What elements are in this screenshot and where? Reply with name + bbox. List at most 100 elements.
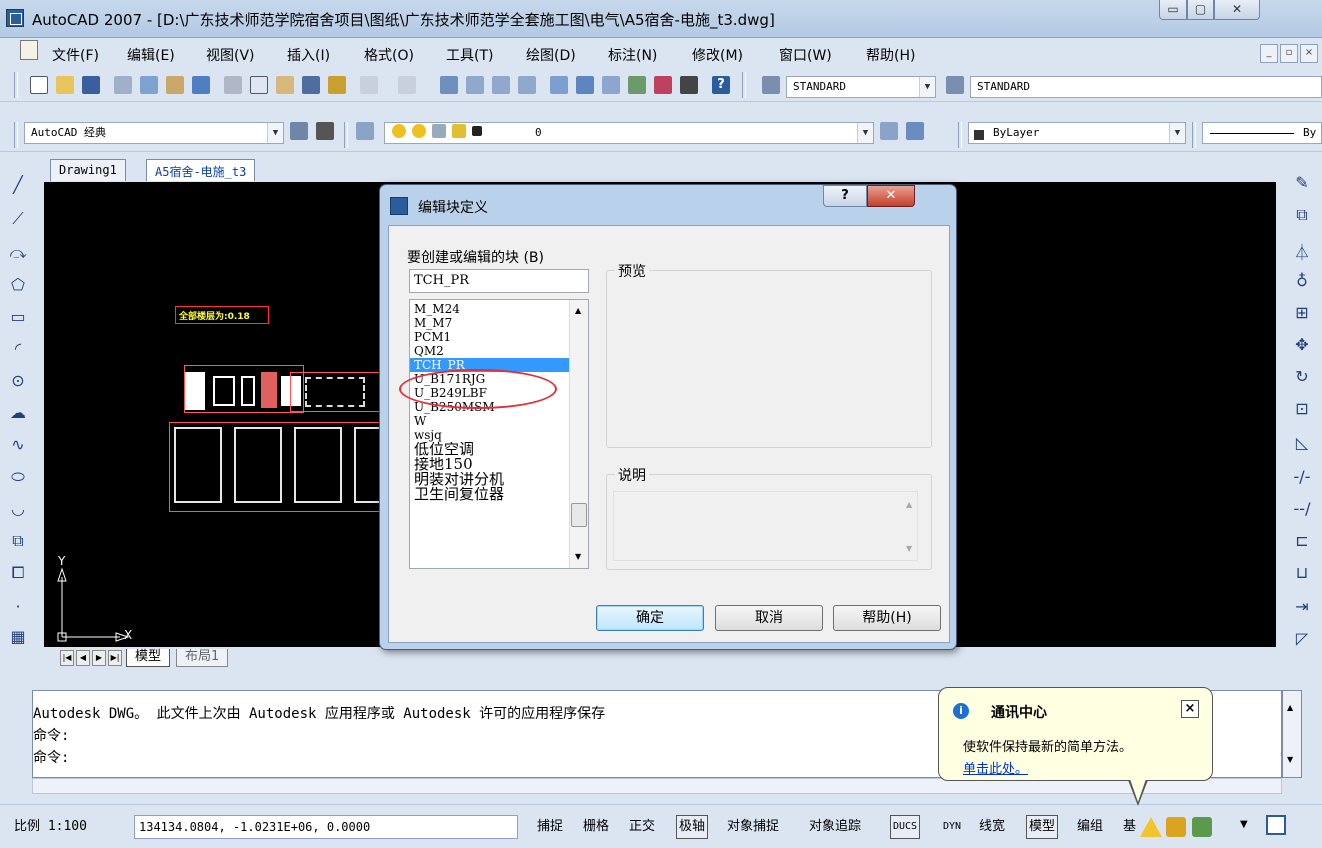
rotate-icon[interactable]: ↻ xyxy=(1290,367,1314,386)
text-style-icon[interactable] xyxy=(762,76,780,94)
prev-layout-icon[interactable]: ◀ xyxy=(76,650,90,666)
tool-palettes-icon[interactable] xyxy=(602,76,620,94)
workspace-settings-icon[interactable] xyxy=(290,122,308,140)
balloon-link[interactable]: 单击此处。 xyxy=(963,758,1028,777)
menu-help[interactable]: 帮助(H) xyxy=(866,45,915,65)
command-vertical-scrollbar[interactable]: ▲ ▼ xyxy=(1282,690,1302,778)
menu-modify[interactable]: 修改(M) xyxy=(692,45,743,65)
menu-window[interactable]: 窗口(W) xyxy=(779,45,832,65)
block-editor-icon[interactable] xyxy=(328,76,346,94)
toolbar-grip[interactable] xyxy=(344,122,348,148)
menu-tools[interactable]: 工具(T) xyxy=(446,45,493,65)
chevron-down-icon[interactable]: ▼ xyxy=(267,123,283,143)
tab-layout1[interactable]: 布局1 xyxy=(176,649,229,667)
copy-object-icon[interactable]: ⧉ xyxy=(1290,205,1314,225)
toolbar-grip[interactable] xyxy=(14,122,18,148)
scroll-down-icon[interactable]: ▼ xyxy=(906,544,912,553)
list-item[interactable]: 卫生间复位器 xyxy=(410,487,570,502)
next-layout-icon[interactable]: ▶ xyxy=(92,650,106,666)
make-current-layer-icon[interactable] xyxy=(880,122,898,140)
color-combo[interactable]: ByLayer ▼ xyxy=(968,122,1186,144)
mirror-icon[interactable]: ⏃ xyxy=(1290,239,1314,263)
construction-line-icon[interactable]: ⟋ xyxy=(6,209,30,229)
dim-style-combo[interactable]: STANDARD xyxy=(970,76,1322,98)
dialog-close-button[interactable]: ✕ xyxy=(867,185,915,207)
block-name-input[interactable]: TCH_PR xyxy=(409,269,589,293)
quickcalc-icon[interactable] xyxy=(680,76,698,94)
doc-close-button[interactable]: × xyxy=(1300,44,1318,63)
dwf-icon[interactable] xyxy=(192,76,210,94)
plot-preview-icon[interactable] xyxy=(140,76,158,94)
doc-minimize-button[interactable]: _ xyxy=(1260,44,1278,63)
zoom-previous-icon[interactable] xyxy=(518,76,536,94)
description-textbox[interactable]: ▲ ▼ xyxy=(613,491,918,561)
base-toggle[interactable]: 基 xyxy=(1120,815,1139,839)
command-prompt[interactable]: 命令: xyxy=(33,747,69,767)
list-item[interactable]: QM2 xyxy=(410,344,570,358)
break-at-point-icon[interactable]: ⊏ xyxy=(1290,531,1314,550)
match-properties-icon[interactable] xyxy=(302,76,320,94)
array-icon[interactable]: ⊞ xyxy=(1290,303,1314,322)
offset-icon[interactable]: ♁ xyxy=(1290,271,1314,290)
minimize-button[interactable]: ▭ xyxy=(1159,0,1187,20)
join-icon[interactable]: ⇥ xyxy=(1290,597,1314,616)
help-button[interactable]: 帮助(H) xyxy=(833,605,941,631)
autocad-app-icon[interactable] xyxy=(6,9,24,27)
tab-drawing1[interactable]: Drawing1 xyxy=(50,159,126,181)
dyn-toggle[interactable]: DYN xyxy=(940,815,964,839)
workspace-combo[interactable]: AutoCAD 经典 ▼ xyxy=(24,122,284,144)
paste-icon[interactable] xyxy=(276,76,294,94)
circle-icon[interactable]: ⊙ xyxy=(6,371,30,390)
layer-manager-icon[interactable] xyxy=(356,122,374,140)
polar-toggle[interactable]: 极轴 xyxy=(676,815,709,839)
copy-icon[interactable] xyxy=(250,76,268,94)
group-toggle[interactable]: 编组 xyxy=(1074,815,1106,839)
arc-icon[interactable]: ◜ xyxy=(6,339,30,358)
rectangle-icon[interactable]: ▭ xyxy=(6,307,30,326)
plot-icon[interactable] xyxy=(114,76,132,94)
menu-dimension[interactable]: 标注(N) xyxy=(608,45,657,65)
open-icon[interactable] xyxy=(56,76,74,94)
block-listbox[interactable]: M_M24 M_M7 PCM1 QM2 TCH_PR U_B171RJG U_B… xyxy=(409,299,589,569)
menu-insert[interactable]: 插入(I) xyxy=(287,45,330,65)
help-icon[interactable]: ? xyxy=(712,76,730,94)
otrack-toggle[interactable]: 对象追踪 xyxy=(806,815,864,839)
layer-lock-icon[interactable] xyxy=(452,124,466,138)
menu-file[interactable]: 文件(F) xyxy=(52,45,99,65)
extend-icon[interactable]: --/ xyxy=(1290,499,1314,518)
ellipse-arc-icon[interactable]: ◡ xyxy=(6,499,30,518)
toolbar-grip[interactable] xyxy=(742,72,746,98)
hatch-icon[interactable]: ▦ xyxy=(6,627,30,646)
workspace-save-icon[interactable] xyxy=(316,122,334,140)
toolbar-grip[interactable] xyxy=(14,72,18,98)
properties-icon[interactable] xyxy=(550,76,568,94)
ducs-toggle[interactable]: DUCS xyxy=(890,815,921,839)
balloon-close-button[interactable]: × xyxy=(1181,700,1199,718)
list-item[interactable]: PCM1 xyxy=(410,330,570,344)
list-item[interactable]: wsjq xyxy=(410,428,570,442)
scale-icon[interactable]: ⊡ xyxy=(1290,399,1314,418)
zoom-realtime-icon[interactable] xyxy=(466,76,484,94)
pan-icon[interactable] xyxy=(440,76,458,94)
markup-icon[interactable] xyxy=(654,76,672,94)
toolbar-grip[interactable] xyxy=(958,122,962,148)
list-scroll-thumb[interactable] xyxy=(571,503,587,527)
trim-icon[interactable]: -/- xyxy=(1290,467,1314,486)
scroll-up-icon[interactable]: ▲ xyxy=(906,500,912,509)
last-layout-icon[interactable]: ▶| xyxy=(108,650,122,666)
polyline-icon[interactable]: ⤼ xyxy=(6,243,30,263)
scroll-up-icon[interactable]: ▲ xyxy=(1287,703,1293,712)
toolbar-lock-icon[interactable] xyxy=(1166,817,1186,837)
chevron-down-icon[interactable]: ▼ xyxy=(857,123,873,143)
cancel-button[interactable]: 取消 xyxy=(715,605,823,631)
make-block-icon[interactable]: ⧠ xyxy=(6,563,30,583)
ortho-toggle[interactable]: 正交 xyxy=(626,815,658,839)
layer-on-icon[interactable] xyxy=(392,124,406,138)
maximize-button[interactable]: ▢ xyxy=(1187,0,1214,20)
chevron-down-icon[interactable]: ▼ xyxy=(919,77,935,97)
layer-freeze-icon[interactable] xyxy=(412,124,426,138)
chevron-down-icon[interactable]: ▼ xyxy=(1169,123,1185,143)
list-item[interactable]: W xyxy=(410,414,570,428)
tab-model[interactable]: 模型 xyxy=(126,649,171,667)
list-item[interactable]: 明装对讲分机 xyxy=(410,472,570,487)
